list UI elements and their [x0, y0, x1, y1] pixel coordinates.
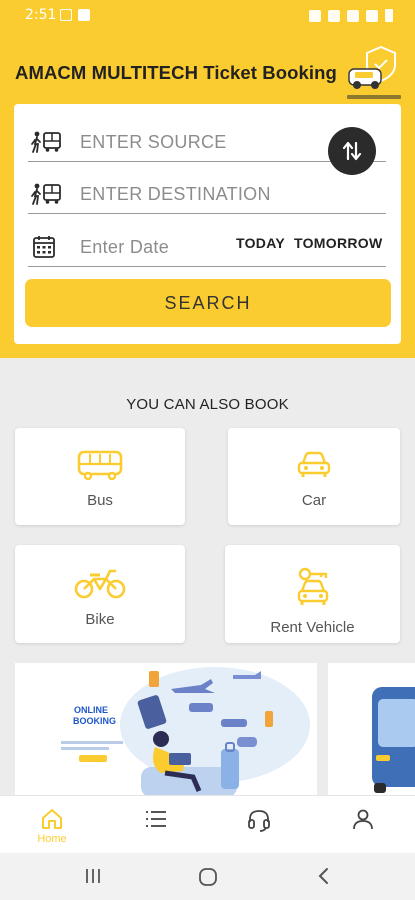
nav-profile[interactable] — [333, 796, 393, 854]
signal-icon — [366, 9, 378, 22]
passenger-bus-icon — [31, 183, 61, 205]
bus-promo-banner[interactable] — [328, 663, 415, 800]
destination-field[interactable] — [28, 174, 386, 214]
rent-vehicle-icon — [297, 567, 328, 605]
nav-home[interactable]: Home — [22, 796, 82, 854]
online-booking-banner[interactable]: ONLINE BOOKING — [15, 663, 317, 800]
online-booking-line2: BOOKING — [73, 716, 117, 726]
brand-logo — [347, 45, 401, 99]
app-title: AMACM MULTITECH Ticket Booking — [15, 62, 337, 83]
online-booking-line1: ONLINE — [73, 705, 108, 715]
swap-locations-button[interactable] — [328, 127, 376, 175]
booking-form-card: TODAY TOMORROW SEARCH — [14, 104, 401, 344]
also-book-heading: YOU CAN ALSO BOOK — [126, 396, 289, 413]
headset-icon — [248, 810, 270, 832]
nav-support[interactable] — [229, 796, 289, 854]
list-icon — [146, 811, 166, 827]
today-button[interactable]: TODAY — [236, 235, 285, 251]
source-input[interactable] — [80, 128, 360, 156]
calendar-icon — [33, 236, 55, 258]
home-icon — [42, 809, 62, 829]
book-bus-tile[interactable]: Bus — [15, 428, 185, 525]
gallery-notification-icon — [60, 9, 72, 21]
rent-vehicle-label: Rent Vehicle — [270, 619, 355, 636]
destination-input[interactable] — [80, 180, 360, 208]
system-status-icons — [309, 9, 393, 22]
rent-vehicle-tile[interactable]: Rent Vehicle — [225, 545, 400, 643]
book-car-tile[interactable]: Car — [228, 428, 400, 525]
alarm-icon — [309, 9, 321, 22]
bus-icon — [77, 450, 123, 480]
book-bike-label: Bike — [85, 611, 115, 628]
bike-icon — [74, 569, 126, 599]
bottom-navigation: Home — [0, 795, 415, 853]
status-bar: 2:51 — [0, 0, 415, 30]
nav-home-label: Home — [37, 833, 67, 845]
status-time: 2:51 — [25, 7, 57, 23]
nav-bookings[interactable] — [126, 796, 186, 854]
wifi-icon — [347, 9, 359, 22]
search-button[interactable]: SEARCH — [25, 279, 391, 327]
system-navigation-bar — [0, 853, 415, 900]
online-booking-illustration — [61, 667, 310, 797]
book-bike-tile[interactable]: Bike — [15, 545, 185, 643]
online-booking-text: ONLINE BOOKING — [73, 705, 117, 727]
car-icon — [297, 451, 331, 477]
passenger-bus-icon — [31, 131, 61, 153]
mute-icon — [328, 9, 340, 22]
user-icon — [353, 809, 373, 830]
book-car-label: Car — [301, 492, 327, 509]
back-icon[interactable] — [316, 867, 332, 885]
notification-icons — [60, 9, 90, 21]
download-notification-icon — [78, 9, 90, 21]
battery-icon — [385, 9, 393, 22]
bus-illustration — [372, 687, 415, 793]
book-bus-label: Bus — [87, 492, 113, 509]
home-system-icon[interactable] — [198, 867, 218, 887]
recent-apps-icon[interactable] — [84, 867, 102, 885]
swap-arrows-icon — [342, 141, 362, 161]
tomorrow-button[interactable]: TOMORROW — [294, 235, 382, 251]
